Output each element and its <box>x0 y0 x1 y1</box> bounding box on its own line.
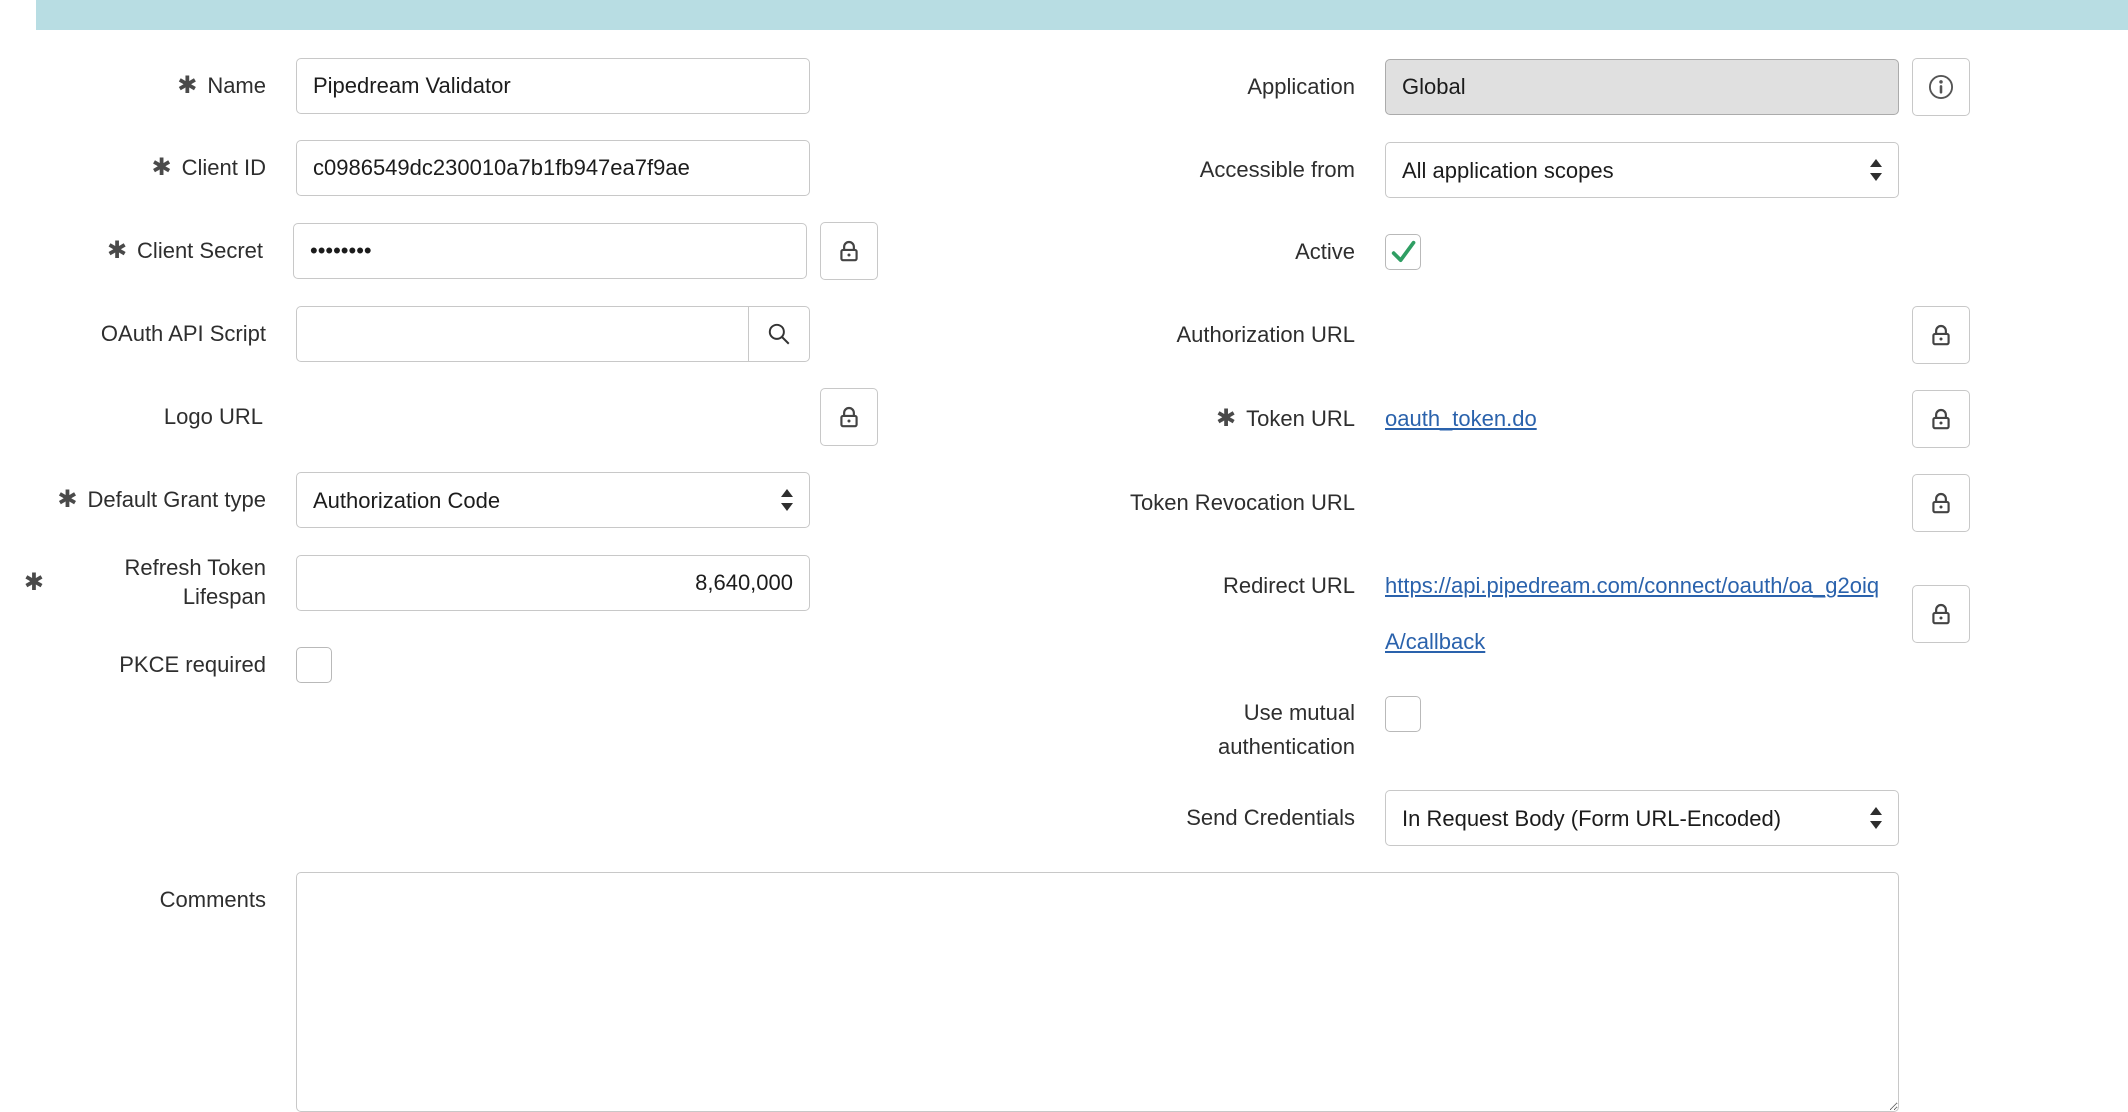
field-row-active: Active <box>878 224 1970 280</box>
name-label: Name <box>207 72 266 101</box>
field-row-name: ✱ Name <box>0 58 878 114</box>
application-input <box>1385 59 1899 115</box>
logo-url-label: Logo URL <box>164 403 263 432</box>
checkmark-icon <box>1389 238 1417 266</box>
field-row-oauth-api-script: OAuth API Script <box>0 306 878 362</box>
logo-url-value-area <box>293 389 807 445</box>
token-revocation-url-lock-button[interactable] <box>1912 474 1970 532</box>
field-row-default-grant-type: ✱ Default Grant type Authorization Code <box>0 472 878 528</box>
client-secret-label: Client Secret <box>137 237 263 266</box>
record-form: ✱ Name ✱ Client ID ✱ Client Secret <box>0 30 2128 872</box>
required-icon: ✱ <box>24 571 44 595</box>
default-grant-type-label: Default Grant type <box>87 486 266 515</box>
application-label: Application <box>1247 73 1355 102</box>
header-bar <box>36 0 2128 30</box>
lock-icon <box>836 238 862 264</box>
lock-icon <box>1928 406 1954 432</box>
field-row-send-credentials: Send Credentials In Request Body (Form U… <box>878 790 1970 846</box>
client-secret-input[interactable] <box>293 223 807 279</box>
default-grant-type-select[interactable]: Authorization Code <box>296 472 810 528</box>
accessible-from-select[interactable]: All application scopes <box>1385 142 1899 198</box>
required-icon: ✱ <box>1216 407 1236 431</box>
active-label: Active <box>1295 238 1355 267</box>
form-right-column: Application Accessible from <box>878 58 1970 872</box>
lock-icon <box>1928 490 1954 516</box>
required-icon: ✱ <box>177 74 197 98</box>
lock-icon <box>1928 601 1954 627</box>
field-row-use-mutual-authentication: Use mutual authentication <box>878 696 1970 764</box>
form-left-column: ✱ Name ✱ Client ID ✱ Client Secret <box>0 58 878 872</box>
field-row-redirect-url: Redirect URL https://api.pipedream.com/c… <box>878 558 1970 670</box>
field-row-comments: Comments <box>0 872 2128 1112</box>
redirect-url-lock-button[interactable] <box>1912 585 1970 643</box>
field-row-client-secret: ✱ Client Secret <box>0 222 878 280</box>
use-mutual-authentication-checkbox[interactable] <box>1385 696 1421 732</box>
field-row-refresh-token-lifespan: ✱ Refresh Token Lifespan <box>0 554 878 611</box>
accessible-from-label: Accessible from <box>1200 156 1355 185</box>
token-url-lock-button[interactable] <box>1912 390 1970 448</box>
field-row-application: Application <box>878 58 1970 116</box>
oauth-api-script-lookup-button[interactable] <box>748 306 810 362</box>
field-row-token-url: ✱ Token URL oauth_token.do <box>878 390 1970 448</box>
field-row-accessible-from: Accessible from All application scopes <box>878 142 1970 198</box>
redirect-url-label: Redirect URL <box>1223 572 1355 601</box>
field-row-authorization-url: Authorization URL <box>878 306 1970 364</box>
token-revocation-url-value-area <box>1385 475 1899 531</box>
active-checkbox[interactable] <box>1385 234 1421 270</box>
required-icon: ✱ <box>57 488 77 512</box>
field-row-pkce-required: PKCE required <box>0 637 878 693</box>
token-url-label: Token URL <box>1246 405 1355 434</box>
authorization-url-label: Authorization URL <box>1176 321 1355 350</box>
send-credentials-select[interactable]: In Request Body (Form URL-Encoded) <box>1385 790 1899 846</box>
use-mutual-authentication-label: Use mutual authentication <box>1103 696 1355 764</box>
required-icon: ✱ <box>152 156 172 180</box>
field-row-client-id: ✱ Client ID <box>0 140 878 196</box>
send-credentials-label: Send Credentials <box>1186 804 1355 833</box>
name-input[interactable] <box>296 58 810 114</box>
token-revocation-url-label: Token Revocation URL <box>1130 489 1355 518</box>
oauth-api-script-reference-field <box>296 306 810 362</box>
pkce-required-checkbox[interactable] <box>296 647 332 683</box>
logo-url-lock-button[interactable] <box>820 388 878 446</box>
pkce-required-label: PKCE required <box>119 651 266 680</box>
info-icon <box>1927 73 1955 101</box>
field-row-token-revocation-url: Token Revocation URL <box>878 474 1970 532</box>
token-url-link[interactable]: oauth_token.do <box>1385 406 1537 432</box>
refresh-token-lifespan-input[interactable] <box>296 555 810 611</box>
client-id-label: Client ID <box>182 154 266 183</box>
client-id-input[interactable] <box>296 140 810 196</box>
search-icon <box>766 321 792 347</box>
authorization-url-lock-button[interactable] <box>1912 306 1970 364</box>
field-row-logo-url: Logo URL <box>0 388 878 446</box>
redirect-url-link[interactable]: https://api.pipedream.com/connect/oauth/… <box>1385 573 1879 654</box>
application-info-button[interactable] <box>1912 58 1970 116</box>
lock-icon <box>1928 322 1954 348</box>
required-icon: ✱ <box>107 239 127 263</box>
authorization-url-value-area <box>1385 307 1899 363</box>
comments-textarea[interactable] <box>296 872 1899 1112</box>
client-secret-lock-button[interactable] <box>820 222 878 280</box>
comments-label: Comments <box>160 886 266 915</box>
oauth-api-script-label: OAuth API Script <box>101 320 266 349</box>
lock-icon <box>836 404 862 430</box>
oauth-api-script-input[interactable] <box>296 306 749 362</box>
refresh-token-lifespan-label: Refresh Token Lifespan <box>54 554 266 611</box>
